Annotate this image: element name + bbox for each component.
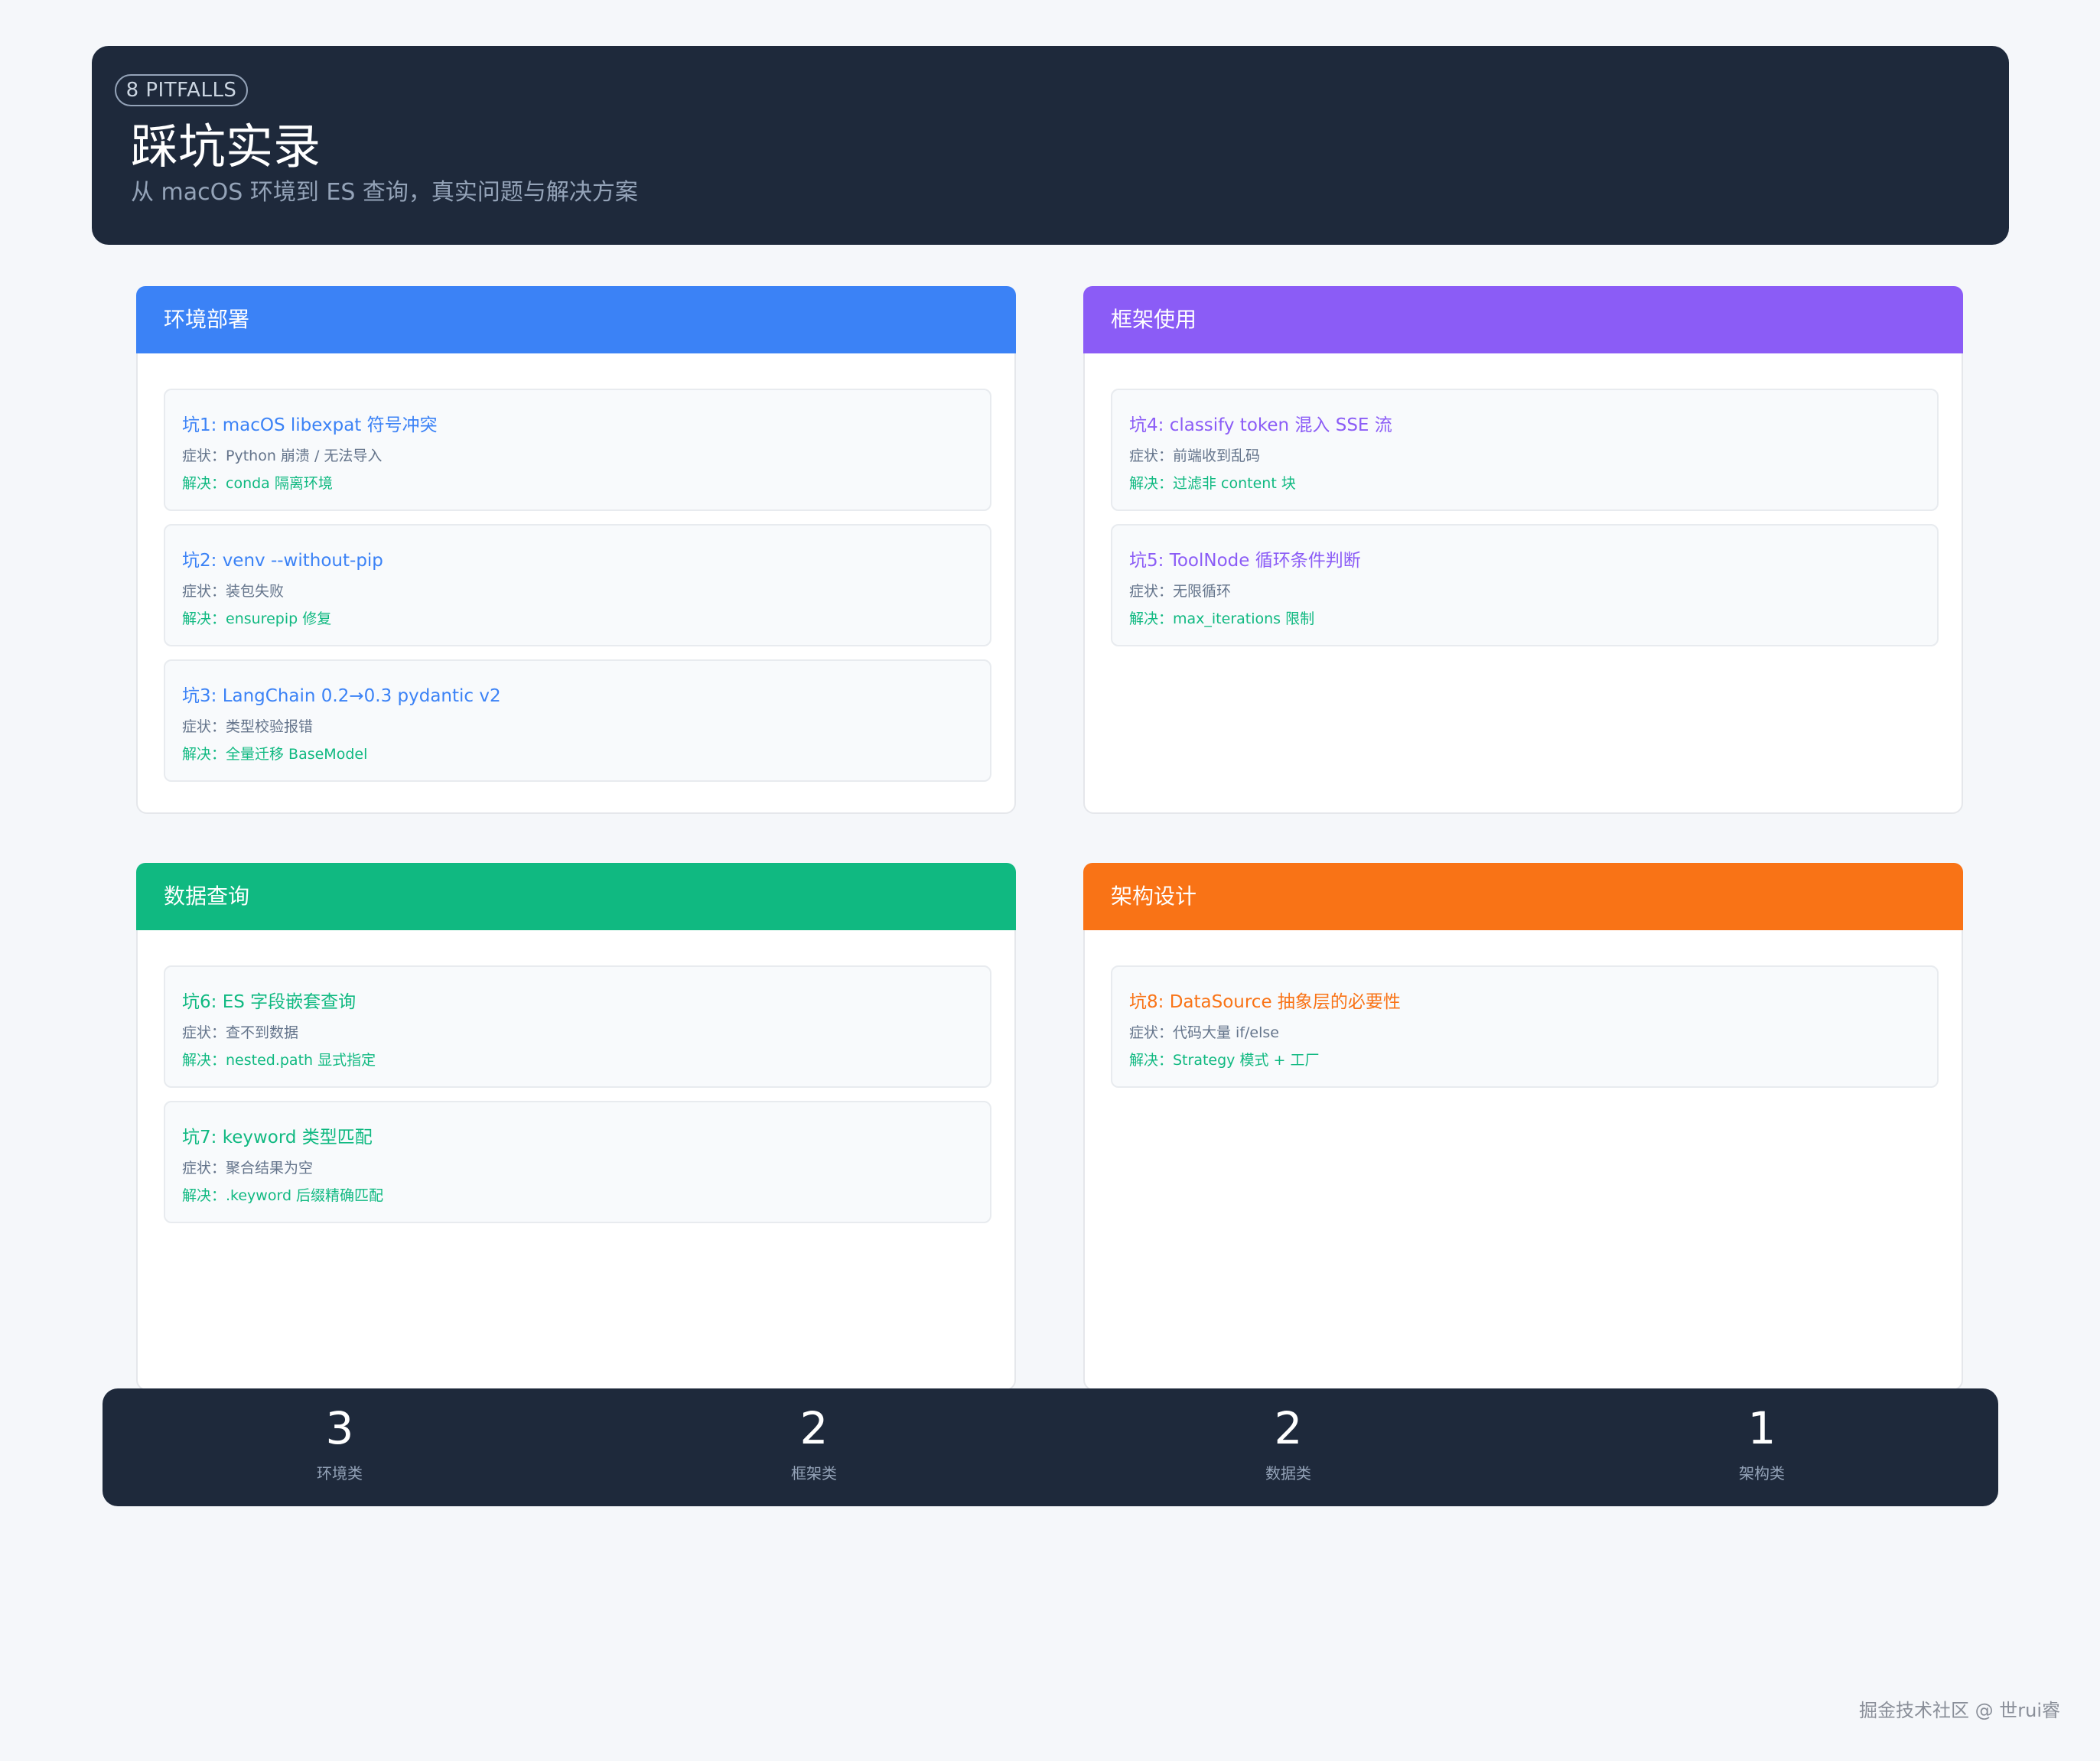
pitfall-item: 坑1: macOS libexpat 符号冲突 症状：Python 崩溃 / 无… [164, 389, 991, 511]
pitfall-solution: 解决：Strategy 模式 + 工厂 [1129, 1052, 1320, 1069]
header-banner: 8 PITFALLS 踩坑实录 从 macOS 环境到 ES 查询，真实问题与解… [92, 46, 2009, 245]
stat-value: 2 [799, 1402, 829, 1454]
pitfall-solution: 解决：全量迁移 BaseModel [182, 746, 368, 763]
stat-label: 环境类 [317, 1464, 363, 1483]
pitfall-item: 坑2: venv --without-pip 症状：装包失败 解决：ensure… [164, 524, 991, 646]
card-env: 环境部署 坑1: macOS libexpat 符号冲突 症状：Python 崩… [136, 286, 1016, 814]
stat-data: 2 数据类 [1174, 1388, 1403, 1506]
card-data: 数据查询 坑6: ES 字段嵌套查询 症状：查不到数据 解决：nested.pa… [136, 863, 1016, 1391]
stat-arch: 1 架构类 [1647, 1388, 1877, 1506]
pitfall-solution: 解决：conda 隔离环境 [182, 475, 333, 492]
pitfall-title: 坑2: venv --without-pip [182, 551, 383, 571]
card-data-title: 数据查询 [136, 863, 1016, 930]
pitfall-title: 坑5: ToolNode 循环条件判断 [1129, 551, 1361, 571]
pitfall-item: 坑6: ES 字段嵌套查询 症状：查不到数据 解决：nested.path 显式… [164, 965, 991, 1088]
watermark: 掘金技术社区 @ 世rui睿 [1858, 1700, 2060, 1721]
pitfall-symptom: 症状：查不到数据 [182, 1024, 299, 1041]
stats-bar: 3 环境类 2 框架类 2 数据类 1 架构类 [103, 1388, 1998, 1506]
pitfall-symptom: 症状：Python 崩溃 / 无法导入 [182, 448, 383, 464]
pitfall-symptom: 症状：前端收到乱码 [1129, 448, 1261, 464]
pitfall-item: 坑4: classify token 混入 SSE 流 症状：前端收到乱码 解决… [1111, 389, 1939, 511]
page-subtitle: 从 macOS 环境到 ES 查询，真实问题与解决方案 [131, 179, 638, 206]
pitfall-title: 坑4: classify token 混入 SSE 流 [1129, 415, 1392, 435]
pitfalls-badge: 8 PITFALLS [115, 74, 248, 106]
pitfall-title: 坑7: keyword 类型匹配 [182, 1128, 373, 1147]
pitfall-symptom: 症状：装包失败 [182, 583, 285, 600]
stat-label: 数据类 [1265, 1464, 1311, 1483]
pitfall-title: 坑3: LangChain 0.2→0.3 pydantic v2 [182, 686, 501, 706]
pitfall-item: 坑7: keyword 类型匹配 症状：聚合结果为空 解决：.keyword 后… [164, 1101, 991, 1223]
pitfall-title: 坑6: ES 字段嵌套查询 [182, 992, 357, 1012]
card-framework: 框架使用 坑4: classify token 混入 SSE 流 症状：前端收到… [1083, 286, 1963, 814]
pitfall-symptom: 症状：聚合结果为空 [182, 1160, 314, 1177]
card-env-title: 环境部署 [136, 286, 1016, 353]
stat-value: 3 [325, 1402, 354, 1454]
pitfall-title: 坑8: DataSource 抽象层的必要性 [1129, 992, 1401, 1012]
pitfall-solution: 解决：max_iterations 限制 [1129, 610, 1315, 627]
card-framework-title: 框架使用 [1083, 286, 1963, 353]
page-title: 踩坑实录 [131, 119, 321, 174]
stat-value: 1 [1747, 1402, 1776, 1454]
pitfall-solution: 解决：ensurepip 修复 [182, 610, 332, 627]
pitfall-title: 坑1: macOS libexpat 符号冲突 [182, 415, 438, 435]
pitfall-solution: 解决：.keyword 后缀精确匹配 [182, 1187, 384, 1204]
stat-framework: 2 框架类 [699, 1388, 929, 1506]
stat-label: 框架类 [791, 1464, 837, 1483]
pitfall-symptom: 症状：代码大量 if/else [1129, 1024, 1279, 1041]
pitfall-item: 坑3: LangChain 0.2→0.3 pydantic v2 症状：类型校… [164, 659, 991, 782]
pitfall-item: 坑5: ToolNode 循环条件判断 症状：无限循环 解决：max_itera… [1111, 524, 1939, 646]
card-arch: 架构设计 坑8: DataSource 抽象层的必要性 症状：代码大量 if/e… [1083, 863, 1963, 1391]
pitfall-item: 坑8: DataSource 抽象层的必要性 症状：代码大量 if/else 解… [1111, 965, 1939, 1088]
card-arch-title: 架构设计 [1083, 863, 1963, 930]
stat-env: 3 环境类 [225, 1388, 454, 1506]
stat-value: 2 [1274, 1402, 1303, 1454]
stat-label: 架构类 [1739, 1464, 1785, 1483]
pitfall-symptom: 症状：类型校验报错 [182, 718, 314, 735]
pitfall-solution: 解决：过滤非 content 块 [1129, 475, 1296, 492]
pitfall-symptom: 症状：无限循环 [1129, 583, 1232, 600]
pitfall-solution: 解决：nested.path 显式指定 [182, 1052, 376, 1069]
